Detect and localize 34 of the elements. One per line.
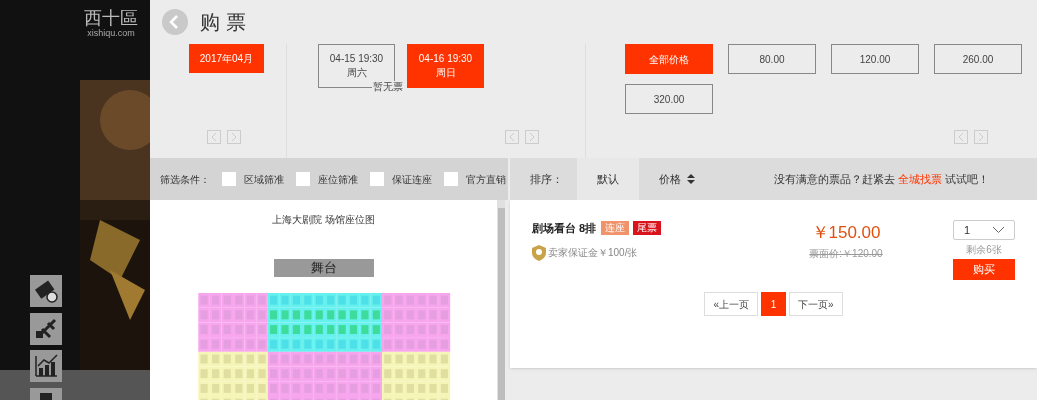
- prev-page-button[interactable]: «上一页: [704, 292, 758, 316]
- page-title: 购 票: [200, 10, 246, 35]
- face-value: 票面价:￥120.00: [809, 246, 883, 261]
- sort-label: 排序：: [530, 171, 563, 187]
- logo-text[interactable]: 西十區: [84, 8, 138, 28]
- price-button[interactable]: 全部价格: [625, 44, 713, 74]
- session-button[interactable]: 04-16 19:30 周日: [407, 44, 484, 88]
- checkbox-label: 座位筛准: [318, 172, 358, 187]
- filter-label: 筛选条件：: [160, 172, 210, 187]
- checkbox-label: 保证连座: [392, 172, 432, 187]
- sold-out-note: 暂无票: [372, 81, 404, 93]
- logo-domain: xishiqu.com: [87, 28, 135, 38]
- guarantee-text: 卖家保证金￥100/张: [548, 246, 638, 260]
- map-title: 上海大剧院 场馆座位图: [272, 213, 375, 227]
- tag: 连座: [601, 221, 630, 236]
- price-button[interactable]: 120.00: [831, 44, 919, 74]
- price-button[interactable]: 320.00: [625, 84, 713, 114]
- hint-text: 没有满意的票品？赶紧去 全城找票 试试吧！: [773, 171, 989, 187]
- remaining-count: 剩余6张: [966, 243, 1002, 257]
- tag: 尾票: [633, 221, 662, 236]
- month-button[interactable]: 2017年04月: [189, 44, 264, 73]
- sort-tab[interactable]: 价格: [639, 158, 715, 200]
- seat-name: 剧场看台 8排: [532, 221, 597, 236]
- buy-button[interactable]: 购买: [953, 259, 1015, 280]
- stage-label: 舞台: [273, 259, 374, 277]
- price: ￥150.00: [811, 222, 881, 244]
- price-button[interactable]: 80.00: [728, 44, 816, 74]
- quantity-select[interactable]: 1: [953, 220, 1015, 240]
- page-button[interactable]: 1: [761, 292, 786, 316]
- checkbox-label: 区域筛准: [244, 172, 284, 187]
- checkbox-label: 官方直销: [466, 172, 506, 187]
- sort-tab[interactable]: 默认: [577, 158, 639, 200]
- next-page-button[interactable]: 下一页»: [789, 292, 843, 316]
- price-button[interactable]: 260.00: [934, 44, 1022, 74]
